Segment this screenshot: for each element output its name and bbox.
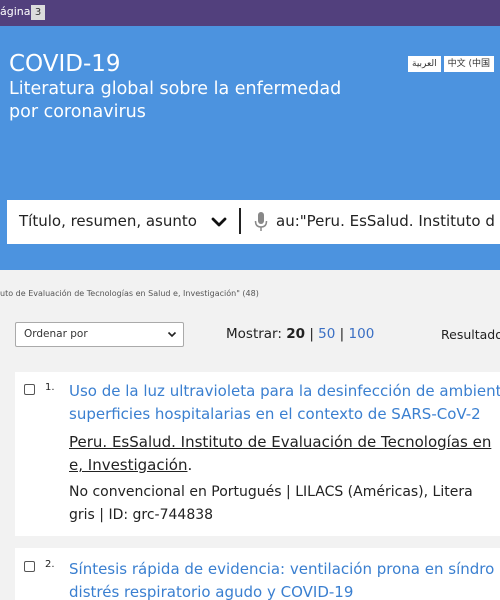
result-title-link[interactable]: Síntesis rápida de evidencia: ventilació… [69,558,500,600]
show-label: Mostrar: [226,326,282,342]
top-bar: ágina 3 [0,0,500,26]
search-input[interactable]: au:"Peru. EsSalud. Instituto d [276,212,495,230]
page-number-badge[interactable]: 3 [31,5,45,20]
result-title-link[interactable]: Uso de la luz ultravioleta para la desin… [69,380,500,426]
result-checkbox[interactable] [24,561,35,572]
result-title-line-1: Uso de la luz ultravioleta para la desin… [69,382,500,400]
search-divider [239,208,241,234]
language-arabic[interactable]: العربية [408,56,441,72]
hero-banner: COVID-19 Literatura global sobre la enfe… [0,26,500,270]
language-switcher: العربية 中文 (中国 [408,56,494,72]
result-checkbox[interactable] [24,384,35,395]
sort-select[interactable]: Ordenar por [15,322,184,347]
result-number: 2. [45,559,55,570]
result-author-line-1: Peru. EsSalud. Instituto de Evaluación d… [69,433,492,451]
result-item: 1. Uso de la luz ultravioleta para la de… [15,372,500,536]
result-author-link[interactable]: Peru. EsSalud. Instituto de Evaluación d… [69,431,500,477]
site-subtitle: Literatura global sobre la enfermedad po… [9,78,389,124]
subtitle-line-2: por coronavirus [9,102,146,122]
result-meta-line-1: No convencional en Portugués | LILACS (A… [69,484,473,500]
site-title: COVID-19 [9,51,121,77]
result-title-line-2: superficies hospitalarias en el contexto… [69,405,481,423]
chevron-down-icon [167,331,177,338]
language-chinese[interactable]: 中文 (中国 [443,56,494,72]
result-meta-line-2: gris | ID: grc-744838 [69,507,214,523]
result-meta: No convencional en Portugués | LILACS (A… [69,481,500,527]
sort-select-label: Ordenar por [24,328,88,340]
show-option-20[interactable]: 20 [286,326,305,342]
result-number: 1. [45,382,55,393]
results-per-page: Mostrar: 20 | 50 | 100 [226,326,375,342]
search-field-select[interactable]: Título, resumen, asunto [19,212,197,230]
page-label: ágina [0,5,31,18]
search-bar: Título, resumen, asunto au:"Peru. EsSalu… [7,200,500,244]
microphone-icon[interactable] [254,211,268,233]
result-item: 2. Síntesis rápida de evidencia: ventila… [15,548,500,600]
show-option-50[interactable]: 50 [318,326,335,342]
breadcrumb: uto de Evaluación de Tecnologías en Salu… [0,289,259,298]
result-title-line-2: distrés respiratorio agudo y COVID-19 [69,583,354,600]
chevron-down-icon[interactable] [211,214,227,230]
results-label: Resultado [441,327,500,342]
result-author-line-2: e, Investigación [69,456,188,474]
result-title-line-1: Síntesis rápida de evidencia: ventilació… [69,560,495,578]
show-option-100[interactable]: 100 [349,326,375,342]
subtitle-line-1: Literatura global sobre la enfermedad [9,79,342,99]
result-author-suffix: . [187,456,193,474]
